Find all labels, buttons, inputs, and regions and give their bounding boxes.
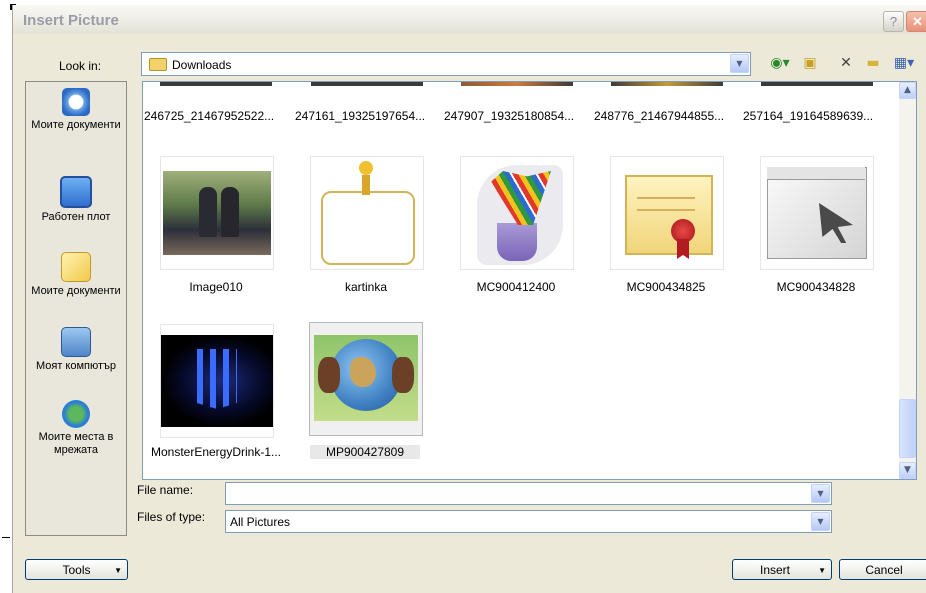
new-folder-icon[interactable]: ▬ (863, 54, 883, 72)
title-bar: Insert Picture ? ✕ (13, 5, 926, 34)
insert-label: Insert (759, 563, 790, 577)
look-in-label: Look in: (59, 59, 102, 73)
scroll-up-icon[interactable]: ▲ (899, 82, 916, 99)
place-label: Моите документи (31, 119, 121, 131)
vertical-scrollbar[interactable]: ▲ ▼ (899, 82, 916, 479)
file-name[interactable]: 248776_21467944855... (594, 109, 724, 123)
delete-icon[interactable]: ✕ (837, 54, 855, 72)
thumbnail-mc900434828[interactable] (760, 156, 874, 270)
scroll-down-icon[interactable]: ▼ (899, 462, 916, 479)
close-button[interactable]: ✕ (906, 11, 926, 32)
place-label: Моите места в мрежата (38, 431, 114, 456)
place-documents[interactable]: Моите документи (26, 252, 126, 298)
places-bar: Моите документи Работен плот Моите докум… (25, 81, 127, 536)
file-name[interactable]: 247907_19325180854... (444, 109, 574, 123)
chevron-down-icon[interactable]: ▼ (811, 512, 830, 531)
thumb-strip (311, 82, 423, 86)
dropdown-arrow-icon[interactable]: ▼ (818, 560, 826, 581)
edge-mark (2, 537, 10, 538)
thumb-strip (761, 82, 873, 86)
chevron-down-icon[interactable]: ▼ (811, 484, 830, 503)
file-name-input[interactable]: ▼ (225, 482, 832, 505)
recent-documents-icon (62, 88, 90, 116)
file-name[interactable]: 257164_19164589639... (743, 109, 873, 123)
file-name[interactable]: MonsterEnergyDrink-1... (143, 445, 291, 459)
place-label: Моите документи (31, 285, 121, 297)
file-type-value: All Pictures (230, 515, 291, 529)
thumbnail-image010[interactable] (160, 156, 274, 270)
file-name[interactable]: MC900412400 (441, 280, 591, 294)
file-name[interactable]: MC900434828 (741, 280, 891, 294)
thumb-strip (160, 82, 272, 86)
desktop-icon (60, 176, 92, 208)
thumbnail-mc900412400[interactable] (460, 156, 574, 270)
place-network[interactable]: Моите места в мрежата (26, 400, 126, 457)
scroll-thumb[interactable] (899, 399, 916, 458)
place-label: Моят компютър (35, 360, 117, 372)
file-name[interactable]: kartinka (291, 280, 441, 294)
my-computer-icon (61, 327, 91, 357)
look-in-dropdown[interactable]: Downloads ▼ (141, 52, 751, 76)
file-name-label: File name: (137, 483, 194, 497)
place-computer[interactable]: Моят компютър (26, 327, 126, 373)
file-name[interactable]: 247161_19325197654... (295, 109, 425, 123)
file-list[interactable]: 246725_21467952522... 247161_19325197654… (142, 81, 917, 480)
chevron-down-icon[interactable]: ▼ (730, 54, 749, 73)
file-type-dropdown[interactable]: All Pictures ▼ (225, 510, 832, 533)
help-button[interactable]: ? (883, 11, 904, 32)
tools-button[interactable]: Tools ▼ (25, 559, 128, 580)
dropdown-arrow-icon: ▼ (114, 566, 122, 575)
up-folder-icon[interactable]: ▣ (800, 54, 820, 72)
tools-label: Tools (62, 563, 91, 577)
folder-icon (149, 58, 167, 71)
my-documents-icon (61, 252, 91, 282)
insert-picture-dialog: Insert Picture ? ✕ Look in: Downloads ▼ … (12, 5, 926, 593)
thumb-strip (461, 82, 573, 86)
thumbnail-kartinka[interactable] (310, 156, 424, 270)
file-name[interactable]: MP900427809 (310, 445, 420, 459)
dialog-title: Insert Picture (23, 12, 119, 29)
thumb-strip (611, 82, 723, 86)
place-label: Работен плот (41, 211, 111, 223)
insert-button[interactable]: Insert ▼ (732, 559, 832, 580)
place-desktop[interactable]: Работен плот (26, 176, 126, 224)
back-icon[interactable]: ◉▾ (765, 54, 795, 72)
thumbnail-monster-energy[interactable] (160, 324, 274, 438)
file-type-label: Files of type: (137, 510, 206, 524)
network-places-icon (62, 400, 90, 428)
views-icon[interactable]: ▦▾ (889, 54, 919, 72)
place-recent[interactable]: Моите документи (26, 88, 126, 132)
thumbnail-mc900434825[interactable] (610, 156, 724, 270)
thumbnail-mp900427809[interactable] (309, 322, 423, 436)
file-name[interactable]: MC900434825 (591, 280, 741, 294)
file-name[interactable]: Image010 (143, 280, 291, 294)
look-in-value: Downloads (172, 58, 232, 72)
cancel-label: Cancel (865, 563, 903, 577)
file-name[interactable]: 246725_21467952522... (144, 109, 274, 123)
cancel-button[interactable]: Cancel (839, 559, 926, 580)
